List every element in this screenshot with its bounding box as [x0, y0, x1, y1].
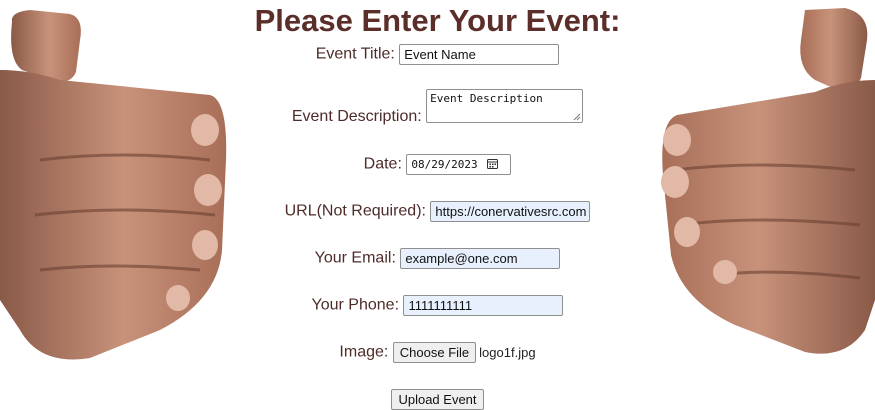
date-row: Date: 08/29/2023 — [0, 154, 875, 175]
event-description-row: Event Description: Event Description — [0, 89, 875, 125]
resize-handle-icon[interactable] — [573, 113, 581, 121]
upload-event-button[interactable]: Upload Event — [391, 389, 484, 410]
url-row: URL(Not Required): https://conervativesr… — [0, 201, 875, 222]
phone-row: Your Phone: 1111111111 — [0, 295, 875, 316]
submit-row: Upload Event — [0, 389, 875, 410]
event-description-text: Event Description — [430, 92, 543, 105]
phone-input[interactable]: 1111111111 — [403, 295, 564, 316]
file-name: logo1f.jpg — [479, 345, 536, 360]
image-label: Image: — [339, 343, 389, 361]
date-label: Date: — [363, 155, 402, 173]
date-value: 08/29/2023 — [411, 158, 478, 171]
email-input[interactable]: example@one.com — [400, 248, 561, 269]
event-description-label: Event Description: — [291, 108, 422, 125]
event-description-textarea[interactable]: Event Description — [426, 89, 584, 123]
email-label: Your Email: — [314, 249, 396, 267]
event-title-input[interactable]: Event Name — [399, 44, 560, 65]
choose-file-button[interactable]: Choose File — [392, 342, 477, 363]
page-title: Please Enter Your Event: — [254, 3, 621, 38]
url-input[interactable]: https://conervativesrc.com — [430, 201, 591, 222]
date-input[interactable]: 08/29/2023 — [406, 154, 512, 175]
email-row: Your Email: example@one.com — [0, 248, 875, 269]
event-title-label: Event Title: — [315, 45, 395, 63]
image-row: Image: Choose File logo1f.jpg — [0, 342, 875, 363]
phone-label: Your Phone: — [311, 296, 400, 314]
url-label: URL(Not Required): — [284, 202, 426, 220]
event-title-row: Event Title: Event Name — [0, 44, 875, 65]
calendar-icon[interactable] — [486, 158, 498, 169]
